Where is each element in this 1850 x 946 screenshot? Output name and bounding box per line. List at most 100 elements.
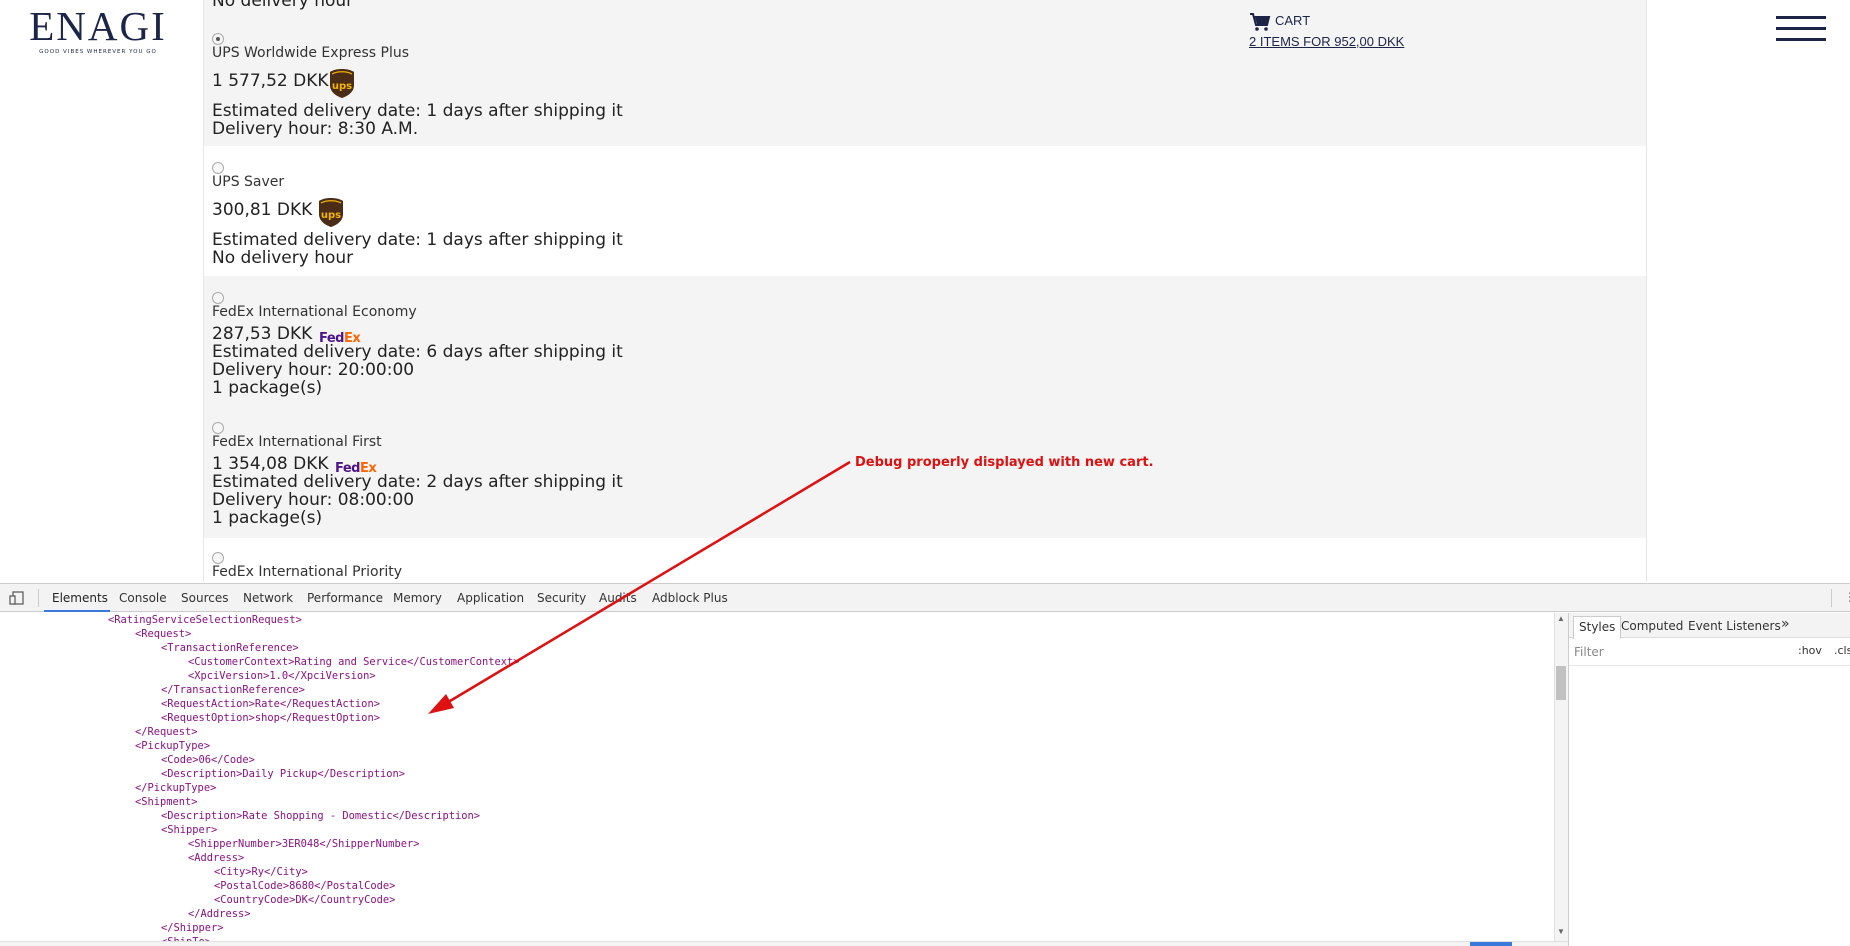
dom-node[interactable]: <CountryCode>DK</CountryCode>: [214, 893, 395, 907]
hamburger-menu-icon[interactable]: [1776, 16, 1826, 42]
shipping-option-partial: No delivery hour: [204, 0, 1646, 16]
shipping-option-radio[interactable]: [212, 162, 224, 174]
option-name: FedEx International Priority: [212, 564, 402, 580]
tab-security[interactable]: Security: [537, 591, 586, 605]
dom-node[interactable]: </Request>: [135, 725, 198, 739]
svg-text:ups: ups: [321, 210, 341, 221]
more-tabs-icon[interactable]: »: [1781, 616, 1790, 632]
tab-sources[interactable]: Sources: [181, 591, 228, 605]
option-detail-line: Estimated delivery date: 6 days after sh…: [212, 342, 623, 362]
cart-title[interactable]: CART: [1275, 13, 1310, 28]
horizontal-scrollbar-thumb[interactable]: [1470, 942, 1512, 946]
option-detail-line: Estimated delivery date: 2 days after sh…: [212, 472, 623, 492]
tab-adblock-plus[interactable]: Adblock Plus: [652, 591, 728, 605]
toolbar-divider: [38, 589, 39, 607]
logo-wordmark: ENAGI: [29, 3, 167, 49]
shipping-option-radio[interactable]: [212, 552, 224, 564]
dom-node[interactable]: <Description>Daily Pickup</Description>: [161, 767, 405, 781]
more-options-icon[interactable]: ⋮: [1844, 590, 1850, 604]
storefront-page: ENAGI GOOD VIBES WHEREVER YOU GO No deli…: [0, 0, 1850, 582]
tab-audits[interactable]: Audits: [599, 591, 637, 605]
devtools-panel: Elements Console Sources Network Perform…: [0, 583, 1850, 946]
toolbar-divider: [1831, 589, 1832, 607]
option-price: 1 354,08 DKK: [212, 454, 329, 474]
shipping-option-radio[interactable]: [212, 422, 224, 434]
dom-node[interactable]: <RequestOption>shop</RequestOption>: [161, 711, 380, 725]
tab-performance[interactable]: Performance: [307, 591, 383, 605]
hover-state-toggle[interactable]: :hov: [1798, 644, 1822, 657]
dom-node[interactable]: <Description>Rate Shopping - Domestic</D…: [161, 809, 480, 823]
option-name: FedEx International Economy: [212, 304, 417, 320]
styles-filter-input[interactable]: [1574, 643, 1744, 661]
shipping-option-radio[interactable]: [212, 33, 224, 45]
dom-node[interactable]: <XpciVersion>1.0</XpciVersion>: [188, 669, 376, 683]
shipping-option: FedEx International Economy 287,53 DKK F…: [204, 276, 1646, 408]
option-detail-line: Delivery hour: 20:00:00: [212, 360, 415, 380]
option-detail-line: Delivery hour: 8:30 A.M.: [212, 119, 419, 139]
dom-node[interactable]: <RequestAction>Rate</RequestAction>: [161, 697, 380, 711]
dom-node[interactable]: <ShipperNumber>3ER048</ShipperNumber>: [188, 837, 419, 851]
dom-node[interactable]: <Shipper>: [161, 823, 217, 837]
dom-tree-scrollbar-thumb[interactable]: [1556, 666, 1566, 700]
tab-network[interactable]: Network: [243, 591, 293, 605]
shipping-option: UPS Worldwide Express Plus 1 577,52 DKK …: [204, 16, 1646, 146]
cart-summary-link[interactable]: 2 ITEMS FOR 952,00 DKK: [1249, 34, 1404, 49]
device-toolbar-icon[interactable]: [9, 591, 24, 605]
tab-memory[interactable]: Memory: [393, 591, 442, 605]
active-tab-indicator: [44, 610, 110, 612]
ups-logo-icon: ups: [330, 69, 354, 98]
dom-node[interactable]: <Shipment>: [135, 795, 198, 809]
elements-dom-tree[interactable]: <RatingServiceSelectionRequest> <Request…: [0, 613, 1568, 946]
tab-styles[interactable]: Styles: [1573, 616, 1622, 639]
option-name: UPS Saver: [212, 174, 285, 190]
tab-application[interactable]: Application: [457, 591, 524, 605]
dom-node[interactable]: <Address>: [188, 851, 244, 865]
shipping-option: UPS Saver 300,81 DKK ups Estimated deliv…: [204, 146, 1646, 276]
class-toggle[interactable]: .cls: [1834, 644, 1850, 657]
option-detail-line: Estimated delivery date: 1 days after sh…: [212, 230, 623, 250]
option-price: 287,53 DKK: [212, 324, 313, 344]
shipping-option-radio[interactable]: [212, 292, 224, 304]
dom-node[interactable]: <Code>06</Code>: [161, 753, 255, 767]
scroll-down-arrow-icon[interactable]: ▼: [1557, 927, 1565, 936]
devtools-tab-bar: Elements Console Sources Network Perform…: [0, 584, 1850, 612]
shipping-option: FedEx International First 1 354,08 DKK F…: [204, 408, 1646, 538]
option-detail-line: No delivery hour: [212, 0, 354, 11]
option-detail-line: Estimated delivery date: 1 days after sh…: [212, 101, 623, 121]
dom-node[interactable]: <TransactionReference>: [161, 641, 299, 655]
site-logo[interactable]: ENAGI GOOD VIBES WHEREVER YOU GO: [22, 4, 174, 55]
dom-node[interactable]: </PickupType>: [135, 781, 216, 795]
shopping-cart-icon[interactable]: [1249, 12, 1271, 32]
tab-computed[interactable]: Computed: [1621, 619, 1683, 633]
dom-node[interactable]: <City>Ry</City>: [214, 865, 308, 879]
dom-tree-scrollbar[interactable]: [1554, 613, 1568, 946]
dom-node[interactable]: </Address>: [188, 907, 251, 921]
annotation-label: Debug properly displayed with new cart.: [855, 455, 1154, 470]
tab-console[interactable]: Console: [119, 591, 167, 605]
styles-sidebar: Styles Computed Event Listeners » :hov .…: [1568, 613, 1850, 946]
option-detail-line: Delivery hour: 08:00:00: [212, 490, 415, 510]
dom-node[interactable]: </TransactionReference>: [161, 683, 305, 697]
option-name: FedEx International First: [212, 434, 382, 450]
tab-elements[interactable]: Elements: [52, 591, 108, 605]
option-detail-line: 1 package(s): [212, 378, 323, 398]
styles-tab-bar: Styles Computed Event Listeners »: [1569, 613, 1850, 639]
dom-node[interactable]: <CustomerContext>Rating and Service</Cus…: [188, 655, 520, 669]
option-name: UPS Worldwide Express Plus: [212, 45, 410, 61]
dom-node[interactable]: <RatingServiceSelectionRequest>: [108, 613, 302, 627]
logo-tagline: GOOD VIBES WHEREVER YOU GO: [39, 49, 157, 55]
dom-node[interactable]: <Request>: [135, 627, 191, 641]
option-price: 1 577,52 DKK: [212, 71, 329, 91]
dom-node[interactable]: <PostalCode>8680</PostalCode>: [214, 879, 395, 893]
shipping-option: FedEx International Priority: [204, 538, 1646, 582]
ups-logo-icon: ups: [319, 198, 343, 227]
option-detail-line: 1 package(s): [212, 508, 323, 528]
tab-event-listeners[interactable]: Event Listeners: [1688, 619, 1781, 633]
horizontal-scrollbar[interactable]: [0, 941, 1568, 946]
dom-node[interactable]: <PickupType>: [135, 739, 210, 753]
filter-divider: [1569, 665, 1850, 666]
option-price: 300,81 DKK: [212, 200, 313, 220]
scroll-up-arrow-icon[interactable]: ▲: [1557, 614, 1565, 623]
dom-node[interactable]: </Shipper>: [161, 921, 224, 935]
svg-text:ups: ups: [332, 81, 352, 92]
